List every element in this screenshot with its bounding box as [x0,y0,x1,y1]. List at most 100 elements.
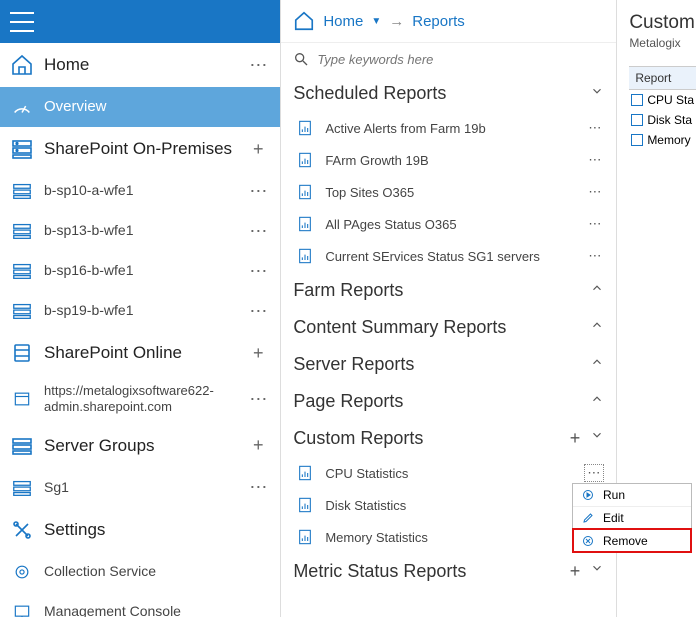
report-icon [297,214,315,234]
chevron-down-icon[interactable] [590,561,604,582]
section-page-reports[interactable]: Page Reports [281,383,616,420]
more-icon[interactable]: ⋯ [246,181,270,202]
report-label: Disk Statistics [325,498,576,513]
hamburger-icon[interactable] [10,12,34,32]
chevron-up-icon[interactable] [590,318,604,337]
nav-server-group-item[interactable]: Sg1 ⋯ [0,468,280,508]
plus-icon[interactable]: + [246,139,270,160]
nav-management-console[interactable]: Management Console [0,592,280,617]
plus-icon[interactable]: + [246,343,270,364]
chevron-down-icon[interactable] [590,84,604,103]
section-server-reports[interactable]: Server Reports [281,346,616,383]
grid-cell: Memory [647,133,690,147]
cloud-server-icon [10,341,34,365]
nav-label: Collection Service [44,563,270,581]
section-content-summary[interactable]: Content Summary Reports [281,309,616,346]
nav-sharepoint-online[interactable]: SharePoint Online + [0,331,280,375]
search-input[interactable] [317,52,604,67]
server-icon [10,179,34,203]
chevron-up-icon[interactable] [590,392,604,411]
grid-header[interactable]: Report [629,67,696,90]
report-row[interactable]: CPU Statistics⋯ [281,457,616,489]
breadcrumb-home[interactable]: Home [323,13,363,30]
grid-row[interactable]: CPU Sta [629,90,696,110]
nav-sharepoint-onprem[interactable]: SharePoint On-Premises + [0,127,280,171]
menu-label: Run [603,488,625,502]
report-label: Current SErvices Status SG1 servers [325,249,576,264]
section-header[interactable]: Scheduled Reports [281,75,616,112]
grid-cell: Disk Sta [647,113,692,127]
search-icon[interactable] [293,51,309,67]
report-row[interactable]: FArm Growth 19B⋯ [281,144,616,176]
nav-spo-site[interactable]: https://metalogixsoftware622-admin.share… [0,375,280,424]
section-header[interactable]: Custom Reports + [281,420,616,457]
sidebar: Home ⋯ Overview SharePoint On-Premises +… [0,0,281,617]
gear-icon [10,560,34,584]
more-icon[interactable]: ⋯ [584,464,604,482]
more-icon[interactable]: ⋯ [586,216,604,232]
server-icon [10,476,34,500]
plus-icon[interactable]: + [570,561,581,582]
grid-row[interactable]: Disk Sta [629,110,696,130]
nav-label: SharePoint On-Premises [44,138,246,159]
breadcrumb-reports[interactable]: Reports [412,13,465,30]
report-row[interactable]: Active Alerts from Farm 19b⋯ [281,112,616,144]
more-icon[interactable]: ⋯ [246,55,270,76]
nav-overview[interactable]: Overview [0,87,280,127]
nav-label: b-sp19-b-wfe1 [44,302,246,320]
section-title: Server Reports [293,354,590,375]
more-icon[interactable]: ⋯ [246,221,270,242]
nav-label: b-sp10-a-wfe1 [44,182,246,200]
nav-settings[interactable]: Settings [0,508,280,552]
menu-run[interactable]: Run [573,484,691,506]
more-icon[interactable]: ⋯ [586,184,604,200]
site-icon [10,387,34,411]
chevron-up-icon[interactable] [590,281,604,300]
more-icon[interactable]: ⋯ [586,152,604,168]
report-row[interactable]: Memory Statistics⋯ [281,521,616,553]
more-icon[interactable]: ⋯ [246,261,270,282]
gauge-icon [10,95,34,119]
checkbox-icon[interactable] [631,134,643,146]
report-icon [297,527,315,547]
nav-server-groups[interactable]: Server Groups + [0,424,280,468]
panel-title: Custom [629,12,696,34]
dropdown-caret-icon[interactable]: ▼ [371,16,381,27]
play-icon [581,488,595,502]
section-metric-status[interactable]: Metric Status Reports+ [281,553,616,590]
menu-remove[interactable]: Remove [573,529,691,552]
plus-icon[interactable]: + [246,435,270,456]
chevron-down-icon[interactable] [590,428,604,449]
nav-server[interactable]: b-sp16-b-wfe1 ⋯ [0,251,280,291]
menu-edit[interactable]: Edit [573,506,691,529]
report-row[interactable]: Current SErvices Status SG1 servers ⋯ [281,240,616,272]
report-label: Memory Statistics [325,530,576,545]
nav-home[interactable]: Home ⋯ [0,43,280,87]
report-row[interactable]: Top Sites O365⋯ [281,176,616,208]
more-icon[interactable]: ⋯ [586,248,604,264]
server-icon [10,219,34,243]
more-icon[interactable]: ⋯ [246,301,270,322]
menu-label: Edit [603,511,624,525]
nav-collection-service[interactable]: Collection Service [0,552,280,592]
checkbox-icon[interactable] [631,94,643,106]
console-icon [10,600,34,617]
home-icon [10,53,34,77]
nav-label: SharePoint Online [44,342,246,363]
checkbox-icon[interactable] [631,114,643,126]
plus-icon[interactable]: + [570,428,581,449]
more-icon[interactable]: ⋯ [246,477,270,498]
more-icon[interactable]: ⋯ [246,389,270,410]
report-row[interactable]: All PAges Status O365⋯ [281,208,616,240]
nav-server[interactable]: b-sp10-a-wfe1 ⋯ [0,171,280,211]
grid-row[interactable]: Memory [629,130,696,150]
report-row[interactable]: Disk Statistics⋯ [281,489,616,521]
more-icon[interactable]: ⋯ [586,120,604,136]
nav-server[interactable]: b-sp13-b-wfe1 ⋯ [0,211,280,251]
section-farm[interactable]: Farm Reports [281,272,616,309]
chevron-up-icon[interactable] [590,355,604,374]
section-custom: Custom Reports + CPU Statistics⋯ Disk St… [281,420,616,553]
nav-server[interactable]: b-sp19-b-wfe1 ⋯ [0,291,280,331]
home-icon[interactable] [293,10,315,32]
report-icon [297,182,315,202]
